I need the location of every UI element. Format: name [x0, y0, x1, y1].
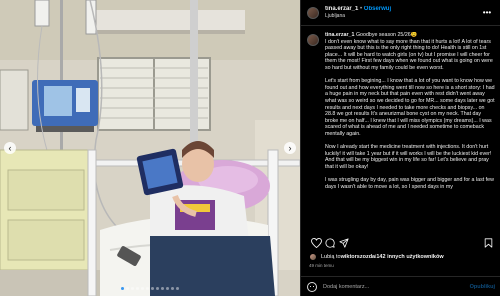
carousel-dot: [156, 287, 159, 290]
comment-input[interactable]: [323, 283, 470, 290]
caption-paragraph: Let's start from begining... I know that…: [325, 78, 495, 137]
carousel-dot: [136, 287, 139, 290]
author-avatar[interactable]: [307, 6, 319, 19]
caption-paragraph: I was strugling day by day, pain was big…: [325, 177, 494, 190]
send-icon[interactable]: [337, 237, 351, 249]
caption-paragraph: Now I already start the medicine treatme…: [325, 144, 492, 170]
carousel-dot: [166, 287, 169, 290]
likes-prefix: Lubią to: [321, 254, 341, 260]
post-comment-button[interactable]: Opublikuj: [470, 284, 495, 290]
liker-username[interactable]: wiktorszozda: [341, 254, 376, 260]
carousel-dot: [176, 287, 179, 290]
carousel-indicator: [0, 287, 300, 290]
caption-username[interactable]: tina.erzar_1: [325, 32, 354, 38]
post-photo[interactable]: ‹ ›: [0, 0, 300, 296]
carousel-dot: [161, 287, 164, 290]
post-timestamp[interactable]: 49 min temu: [309, 263, 334, 268]
hospital-photo-image: [0, 0, 300, 296]
bookmark-icon[interactable]: [481, 237, 495, 249]
carousel-dot: [126, 287, 129, 290]
comment-bar: Opublikuj: [301, 276, 500, 296]
heart-icon[interactable]: [309, 237, 323, 249]
carousel-dot: [146, 287, 149, 290]
post-location[interactable]: Ljubljana: [325, 13, 480, 19]
carousel-dot: [151, 287, 154, 290]
emoji-icon[interactable]: [307, 281, 317, 292]
post-caption: tina.erzar_1 Goodbye season 25/26😉 I don…: [307, 32, 495, 232]
carousel-prev-button[interactable]: ‹: [4, 142, 16, 154]
likes-others-link[interactable]: 142 innych użytkowników: [376, 254, 443, 260]
more-horizontal-icon[interactable]: •••: [480, 8, 494, 17]
carousel-dot: [131, 287, 134, 290]
post-sidebar: tina.erzar_1 • Obserwuj Ljubljana ••• ti…: [300, 0, 500, 296]
carousel-next-button[interactable]: ›: [284, 142, 296, 154]
post-header: tina.erzar_1 • Obserwuj Ljubljana •••: [301, 0, 500, 26]
caption-title: Goodbye season 25/26: [355, 32, 411, 38]
author-username[interactable]: tina.erzar_1: [325, 6, 358, 12]
caption-paragraph: I don't even know what to say more than …: [325, 38, 493, 71]
liker-avatar: [309, 253, 317, 261]
caption-avatar[interactable]: [307, 34, 319, 46]
carousel-dot: [171, 287, 174, 290]
likes-summary: Lubią to wiktorszozda i 142 innych użytk…: [309, 253, 444, 261]
comment-icon[interactable]: [323, 237, 337, 249]
carousel-dot: [141, 287, 144, 290]
post-actions: [309, 237, 495, 249]
wink-emoji-icon: 😉: [410, 32, 418, 38]
carousel-dot: [121, 287, 124, 290]
post-modal: ‹ › tina.erzar_1 • Obserwuj Ljubljana ••…: [0, 0, 500, 296]
follow-button[interactable]: Obserwuj: [364, 6, 391, 12]
